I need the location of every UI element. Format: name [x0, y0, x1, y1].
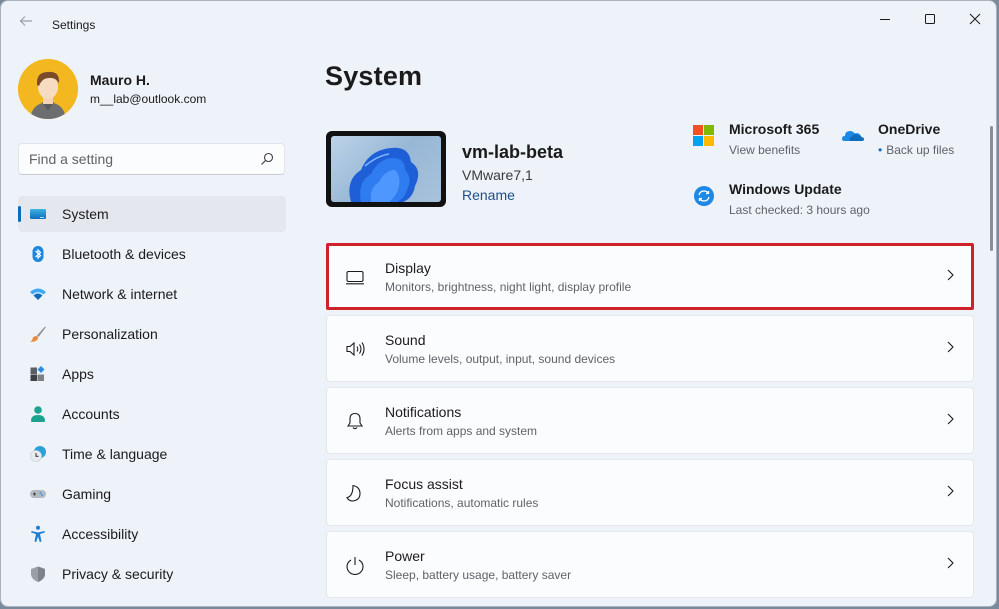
- avatar-icon: [18, 59, 78, 119]
- microsoft-365-subtitle: View benefits: [729, 143, 801, 157]
- sidebar-item-accessibility[interactable]: Accessibility: [18, 516, 286, 552]
- microsoft-logo-icon: [693, 125, 714, 146]
- device-name: vm-lab-beta: [462, 142, 564, 162]
- minimize-button[interactable]: [862, 5, 908, 33]
- device-info: vm-lab-beta VMware7,1 Rename: [326, 131, 563, 207]
- title-bar: Settings: [1, 1, 996, 49]
- shield-icon: [29, 565, 47, 583]
- wifi-icon: [29, 285, 47, 303]
- app-title: Settings: [52, 18, 96, 32]
- power-card[interactable]: Power Sleep, battery usage, battery save…: [326, 531, 974, 598]
- profile-email: m__lab@outlook.com: [90, 92, 207, 106]
- settings-window: Settings Mauro H. m__lab@outlook.com Fin…: [0, 0, 997, 607]
- settings-list: Display Monitors, brightness, night ligh…: [326, 243, 974, 603]
- sidebar-item-label: Apps: [62, 366, 94, 382]
- bluetooth-icon: [29, 245, 47, 263]
- maximize-icon: [925, 14, 935, 24]
- notifications-card[interactable]: Notifications Alerts from apps and syste…: [326, 387, 974, 454]
- bell-icon: [345, 411, 365, 431]
- search-icon[interactable]: [260, 152, 274, 166]
- onedrive-link[interactable]: OneDrive • Back up files: [842, 121, 954, 157]
- profile-name: Mauro H.: [90, 72, 150, 88]
- sidebar-nav: System Bluetooth & devices Network & int…: [18, 196, 286, 596]
- sidebar-item-gaming[interactable]: Gaming: [18, 476, 286, 512]
- display-card[interactable]: Display Monitors, brightness, night ligh…: [326, 243, 974, 310]
- sidebar-item-label: Gaming: [62, 486, 112, 502]
- sound-card[interactable]: Sound Volume levels, output, input, soun…: [326, 315, 974, 382]
- sidebar-item-accounts[interactable]: Accounts: [18, 396, 286, 432]
- card-subtitle: Notifications, automatic rules: [385, 495, 539, 510]
- card-title: Notifications: [385, 403, 462, 420]
- sidebar-item-label: Bluetooth & devices: [62, 246, 186, 262]
- close-button[interactable]: [952, 5, 996, 33]
- search-box[interactable]: [18, 143, 285, 175]
- sidebar-item-label: Network & internet: [62, 286, 178, 302]
- sidebar-item-privacy-security[interactable]: Privacy & security: [18, 556, 286, 592]
- card-subtitle: Sleep, battery usage, battery saver: [385, 567, 572, 582]
- chevron-right-icon: [947, 413, 954, 425]
- chevron-right-icon: [947, 485, 954, 497]
- arrow-left-icon: [19, 16, 32, 26]
- windows-update-title: Windows Update: [729, 181, 842, 197]
- sidebar-item-time-language[interactable]: Time & language: [18, 436, 286, 472]
- accounts-icon: [29, 405, 47, 423]
- onedrive-subtitle: Back up files: [886, 143, 955, 157]
- card-title: Focus assist: [385, 475, 463, 492]
- search-input[interactable]: [19, 151, 249, 167]
- card-title: Sound: [385, 331, 426, 348]
- power-icon: [345, 555, 365, 575]
- device-thumbnail: [326, 131, 446, 207]
- windows-update-icon: [694, 186, 714, 206]
- windows-update-subtitle: Last checked: 3 hours ago: [729, 203, 870, 217]
- clock-globe-icon: [29, 445, 47, 463]
- status-dot-icon: •: [878, 143, 883, 157]
- gamepad-icon: [29, 485, 47, 503]
- chevron-right-icon: [947, 557, 954, 569]
- card-subtitle: Volume levels, output, input, sound devi…: [385, 351, 616, 366]
- card-title: Power: [385, 547, 425, 564]
- microsoft-365-title: Microsoft 365: [729, 121, 820, 137]
- onedrive-status: • Back up files: [878, 143, 954, 157]
- display-icon: [345, 267, 365, 287]
- chevron-right-icon: [947, 269, 954, 281]
- user-profile[interactable]: Mauro H. m__lab@outlook.com: [18, 59, 206, 119]
- sidebar-item-personalization[interactable]: Personalization: [18, 316, 286, 352]
- sidebar-item-label: Accessibility: [62, 526, 139, 542]
- close-icon: [969, 13, 981, 25]
- avatar: [18, 59, 78, 119]
- sidebar-item-network[interactable]: Network & internet: [18, 276, 286, 312]
- windows-update-link[interactable]: Windows Update Last checked: 3 hours ago: [693, 181, 870, 217]
- focus-assist-card[interactable]: Focus assist Notifications, automatic ru…: [326, 459, 974, 526]
- sidebar-item-bluetooth[interactable]: Bluetooth & devices: [18, 236, 286, 272]
- card-title: Display: [385, 259, 431, 276]
- minimize-icon: [880, 19, 890, 20]
- maximize-button[interactable]: [907, 5, 953, 33]
- sidebar-item-apps[interactable]: Apps: [18, 356, 286, 392]
- microsoft-365-link[interactable]: Microsoft 365 View benefits: [693, 121, 819, 157]
- card-subtitle: Alerts from apps and system: [385, 423, 538, 438]
- chevron-right-icon: [947, 341, 954, 353]
- sidebar-item-system[interactable]: System: [18, 196, 286, 232]
- wallpaper-bloom-icon: [349, 147, 419, 202]
- scrollbar-thumb[interactable]: [990, 126, 993, 251]
- back-button[interactable]: [15, 13, 37, 35]
- system-icon: [29, 205, 47, 223]
- sidebar-item-label: Privacy & security: [62, 566, 174, 582]
- card-subtitle: Monitors, brightness, night light, displ…: [385, 279, 632, 294]
- apps-icon: [29, 365, 47, 383]
- onedrive-title: OneDrive: [878, 121, 941, 137]
- sidebar-item-label: System: [62, 206, 109, 222]
- page-title: System: [325, 61, 423, 91]
- sidebar-item-label: Personalization: [62, 326, 158, 342]
- onedrive-cloud-icon: [842, 131, 864, 141]
- sidebar-item-label: Time & language: [62, 446, 168, 462]
- sidebar-item-label: Accounts: [62, 406, 120, 422]
- moon-icon: [345, 483, 365, 503]
- device-model: VMware7,1: [462, 167, 533, 183]
- speaker-icon: [345, 339, 365, 359]
- brush-icon: [29, 325, 47, 343]
- accessibility-icon: [29, 525, 47, 543]
- rename-link[interactable]: Rename: [462, 187, 515, 203]
